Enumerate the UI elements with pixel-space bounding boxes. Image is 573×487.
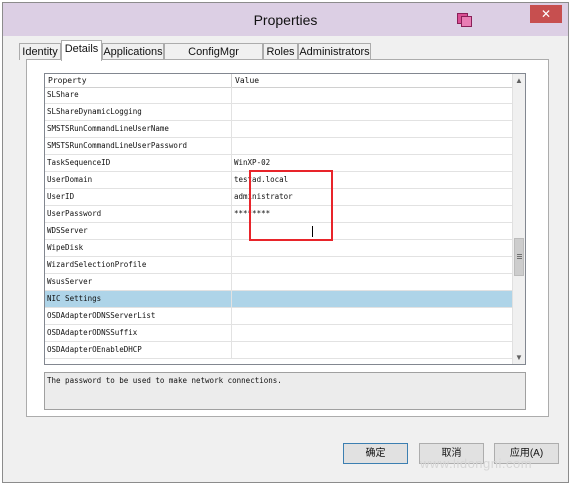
grid-row-userpassword[interactable]: UserPassword ******** [45,206,512,223]
grid-row-wsusserver[interactable]: WsusServer [45,274,512,291]
property-name: WipeDisk [45,240,232,256]
property-value[interactable] [232,291,512,307]
text-caret [312,226,313,237]
property-value[interactable] [232,223,512,239]
grid-row-tasksequenceid[interactable]: TaskSequenceID WinXP-02 [45,155,512,172]
column-header-value[interactable]: Value [232,74,512,87]
property-value[interactable]: WinXP-02 [232,155,512,171]
column-header-property[interactable]: Property [45,74,232,87]
property-name: SLShareDynamicLogging [45,104,232,120]
property-name: OSDAdapterOEnableDHCP [45,342,232,358]
property-name: OSDAdapterODNSSuffix [45,325,232,341]
tab-details[interactable]: Details [61,40,102,61]
close-button[interactable]: ✕ [530,5,562,23]
property-value[interactable] [232,308,512,324]
grid-row-wizardselectionprofile[interactable]: WizardSelectionProfile [45,257,512,274]
grid-row-osdadapter0enabledhcp[interactable]: OSDAdapterOEnableDHCP [45,342,512,359]
property-name: SLShare [45,87,232,103]
property-grid[interactable]: Property Value SLShare SLShareDynamicLog… [44,73,526,365]
property-value[interactable] [232,274,512,290]
property-description: The password to be used to make network … [44,372,526,410]
grid-row-userdomain[interactable]: UserDomain testad.local [45,172,512,189]
tab-configmgr-packages[interactable]: ConfigMgr Packages [164,43,263,74]
property-name: UserID [45,189,232,205]
tab-roles[interactable]: Roles [263,43,298,60]
tab-applications[interactable]: Applications [102,43,164,60]
property-name: SMSTSRunCommandLineUserName [45,121,232,137]
property-value[interactable] [232,87,512,103]
scrollbar-thumb[interactable] [514,238,524,276]
properties-window: Properties ✕ Identity Details Applicatio… [2,2,569,483]
property-value[interactable]: testad.local [232,172,512,188]
window-title: Properties [253,12,318,28]
property-name: UserDomain [45,172,232,188]
property-name: TaskSequenceID [45,155,232,171]
watermark-text: www.lidongni.com [420,456,533,471]
grid-row-userid[interactable]: UserID administrator [45,189,512,206]
ok-button[interactable]: 确定 [343,443,408,464]
property-name: UserPassword [45,206,232,222]
property-value[interactable] [232,138,512,154]
tab-administrators[interactable]: Administrators [298,43,371,60]
scroll-down-arrow-icon[interactable]: ▼ [513,351,525,364]
property-value[interactable] [232,240,512,256]
vertical-scrollbar[interactable]: ▲ ▼ [512,74,525,364]
grid-row-wipedisk[interactable]: WipeDisk [45,240,512,257]
property-name: WsusServer [45,274,232,290]
tab-identity[interactable]: Identity [19,43,61,60]
property-name: SMSTSRunCommandLineUserPassword [45,138,232,154]
grid-row-smstsruncommandlineuserpassword[interactable]: SMSTSRunCommandLineUserPassword [45,138,512,155]
property-value[interactable] [232,121,512,137]
grid-header: Property Value [45,74,512,88]
property-value[interactable]: ******** [232,206,512,222]
property-value[interactable] [232,342,512,358]
grid-row-osdadapter0dnsserverlist[interactable]: OSDAdapterODNSServerList [45,308,512,325]
property-value[interactable] [232,104,512,120]
property-value[interactable]: administrator [232,189,512,205]
grid-row-smstsruncommandlineusername[interactable]: SMSTSRunCommandLineUserName [45,121,512,138]
scroll-up-arrow-icon[interactable]: ▲ [513,74,525,87]
grid-row-slsharedynamiclogging[interactable]: SLShareDynamicLogging [45,104,512,121]
grid-row-nic-settings[interactable]: NIC Settings [45,291,512,308]
grid-row-wdsserver[interactable]: WDSServer [45,223,512,240]
property-name: WizardSelectionProfile [45,257,232,273]
grid-row-slshare[interactable]: SLShare [45,87,512,104]
property-value[interactable] [232,325,512,341]
property-value[interactable] [232,257,512,273]
property-name: WDSServer [45,223,232,239]
title-bar[interactable]: Properties ✕ [3,3,568,36]
grid-row-osdadapter0dnssuffix[interactable]: OSDAdapterODNSSuffix [45,325,512,342]
details-panel: Property Value SLShare SLShareDynamicLog… [26,59,549,417]
app-icon [457,13,472,27]
property-name: NIC Settings [45,291,232,307]
property-name: OSDAdapterODNSServerList [45,308,232,324]
